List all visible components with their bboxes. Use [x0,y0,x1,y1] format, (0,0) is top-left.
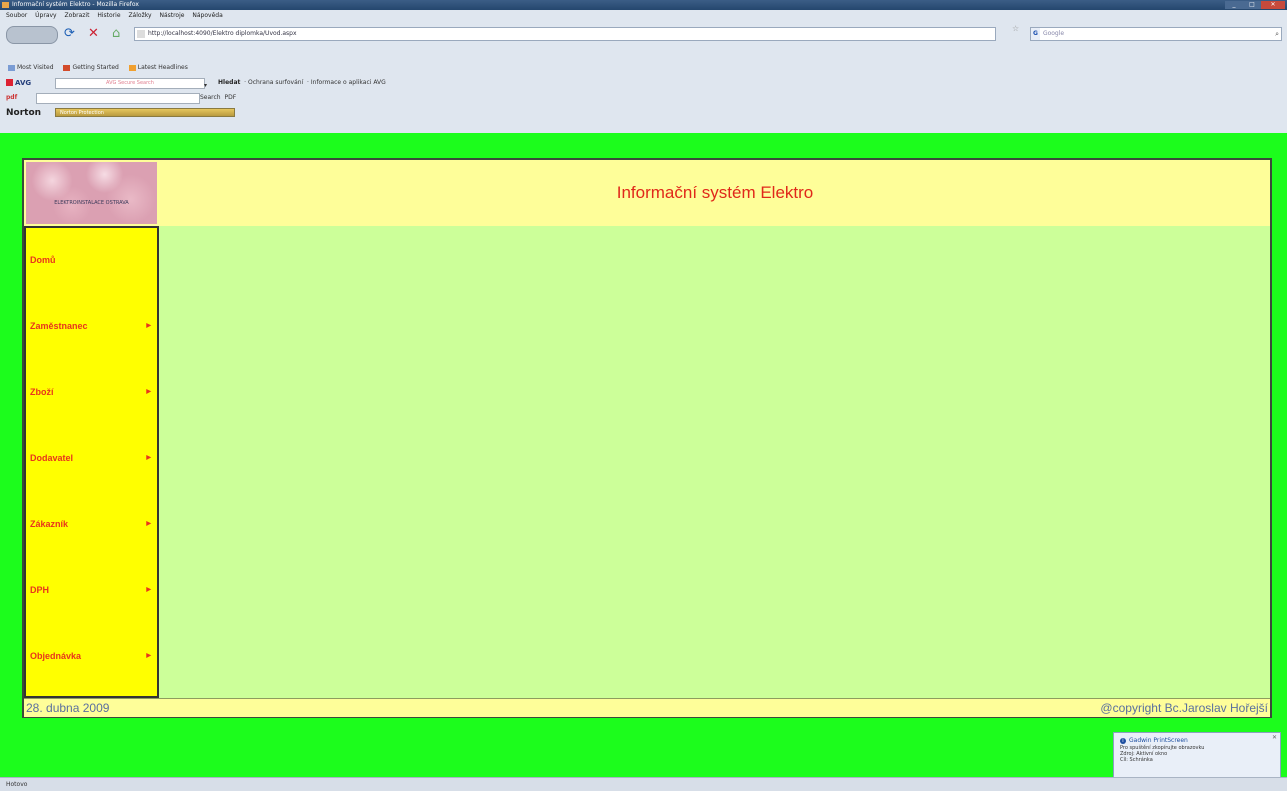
window-title: Informační systém Elektro - Mozilla Fire… [12,1,139,8]
toast-line: Cíl: Schránka [1120,757,1153,763]
menu-bookmarks[interactable]: Záložky [128,12,151,19]
menu-view[interactable]: Zobrazit [65,12,90,19]
toast-close-icon[interactable]: ✕ [1272,735,1277,741]
submenu-arrow-icon: ▶ [146,587,151,593]
menu-history[interactable]: Historie [97,12,120,19]
address-text: http://localhost:4090/Elektro diplomka/U… [148,30,297,37]
menu-help[interactable]: Nápověda [192,12,222,19]
submenu-arrow-icon: ▶ [146,455,151,461]
sidebar-item-label: DPH [30,585,50,595]
status-bar: Hotovo [0,777,1287,791]
sidebar-item-dodavatel[interactable]: Dodavatel ▶ [26,426,157,492]
avg-info-link[interactable]: Informace o aplikaci AVG [311,79,386,86]
sidebar-item-label: Zákazník [30,519,69,529]
avg-logo[interactable]: AVG [6,76,31,91]
home-icon[interactable]: ⌂ [112,27,120,40]
main-content [159,226,1270,698]
search-placeholder: Google [1042,30,1065,37]
page-favicon-icon [137,30,145,38]
bookmarks-toolbar: Most Visited Getting Started Latest Head… [0,61,1287,75]
site-frame: ELEKTROINSTALACE OSTRAVA Informační syst… [22,158,1272,718]
footer-date: 28. dubna 2009 [26,701,110,715]
sidebar-item-label: Dodavatel [30,453,74,463]
sidebar-menu: Domů Zaměstnanec ▶ Zboží ▶ Dodavatel ▶ Z… [24,226,159,698]
pdf-toolbar: pdf Search PDF [0,90,1287,105]
bookmark-icon [8,64,15,71]
norton-security-dropdown[interactable]: Norton Protection [55,108,235,117]
menu-edit[interactable]: Úpravy [35,12,56,19]
toast-title: Gadwin PrintScreen [1120,737,1276,745]
sidebar-item-label: Zaměstnanec [30,321,88,331]
bookmark-star-icon[interactable]: ☆ [1012,24,1019,33]
sidebar-item-zakaznik[interactable]: Zákazník ▶ [26,492,157,558]
pdf-logo[interactable]: pdf [6,90,17,105]
bookmark-most-visited[interactable]: Most Visited [8,64,54,71]
bookmark-latest-headlines[interactable]: Latest Headlines [128,64,188,71]
firefox-icon [2,2,9,8]
window-titlebar: Informační systém Elektro - Mozilla Fire… [0,0,1287,10]
site-logo[interactable]: ELEKTROINSTALACE OSTRAVA [26,162,157,224]
sidebar-item-zamestnanec[interactable]: Zaměstnanec ▶ [26,294,157,360]
pdf-search-input[interactable] [36,93,200,104]
avg-toolbar: AVG AVG Secure Search ▾ Hledat · Ochrana… [0,75,1287,90]
submenu-arrow-icon: ▶ [146,653,151,659]
minimize-button[interactable]: _ [1225,1,1243,9]
close-button[interactable]: ✕ [1261,1,1285,9]
footer-copyright: @copyright Bc.Jaroslav Hořejší [1100,701,1268,715]
menu-tools[interactable]: Nástroje [159,12,184,19]
sidebar-item-dph[interactable]: DPH ▶ [26,558,157,624]
avg-search-input[interactable]: AVG Secure Search [55,78,205,89]
bookmark-getting-started[interactable]: Getting Started [63,64,119,71]
pdf-button[interactable]: PDF [224,94,236,101]
notification-toast[interactable]: ✕ Gadwin PrintScreen Pro spuštění zkopír… [1113,732,1281,779]
site-header: ELEKTROINSTALACE OSTRAVA Informační syst… [24,160,1270,227]
menu-bar: Soubor Úpravy Zobrazit Historie Záložky … [0,10,1287,21]
google-icon[interactable]: G [1031,28,1040,40]
norton-toolbar: Norton Norton Protection [0,105,1287,121]
submenu-arrow-icon: ▶ [146,521,151,527]
norton-logo[interactable]: Norton [6,105,41,121]
menu-file[interactable]: Soubor [6,12,27,19]
sidebar-item-label: Objednávka [30,651,82,661]
sidebar-item-label: Domů [30,255,56,265]
address-bar[interactable]: http://localhost:4090/Elektro diplomka/U… [134,27,996,41]
site-footer: 28. dubna 2009 @copyright Bc.Jaroslav Ho… [24,698,1270,717]
stop-icon[interactable]: ✕ [88,27,99,40]
status-text: Hotovo [6,781,28,788]
search-input[interactable]: G Google ⌕ [1030,27,1282,41]
maximize-button[interactable]: □ [1243,1,1261,9]
page-title: Informační systém Elektro [616,183,814,202]
sidebar-item-label: Zboží [30,387,54,397]
reload-icon[interactable]: ⟳ [64,27,75,40]
submenu-arrow-icon: ▶ [146,389,151,395]
magnifier-icon[interactable]: ⌕ [1275,28,1279,40]
pdf-search-button[interactable]: Search [200,94,221,101]
submenu-arrow-icon: ▶ [146,323,151,329]
avg-safe-surf-link[interactable]: Ochrana surfování [248,79,303,86]
sidebar-item-zbozi[interactable]: Zboží ▶ [26,360,157,426]
back-button[interactable] [6,26,58,44]
site-logo-text: ELEKTROINSTALACE OSTRAVA [54,200,129,206]
sidebar-item-domu[interactable]: Domů [26,228,157,294]
firefox-bookmark-icon [63,64,71,71]
sidebar-item-objednavka[interactable]: Objednávka ▶ [26,624,157,690]
avg-search-button[interactable]: Hledat [218,79,240,86]
rss-icon [128,64,136,71]
